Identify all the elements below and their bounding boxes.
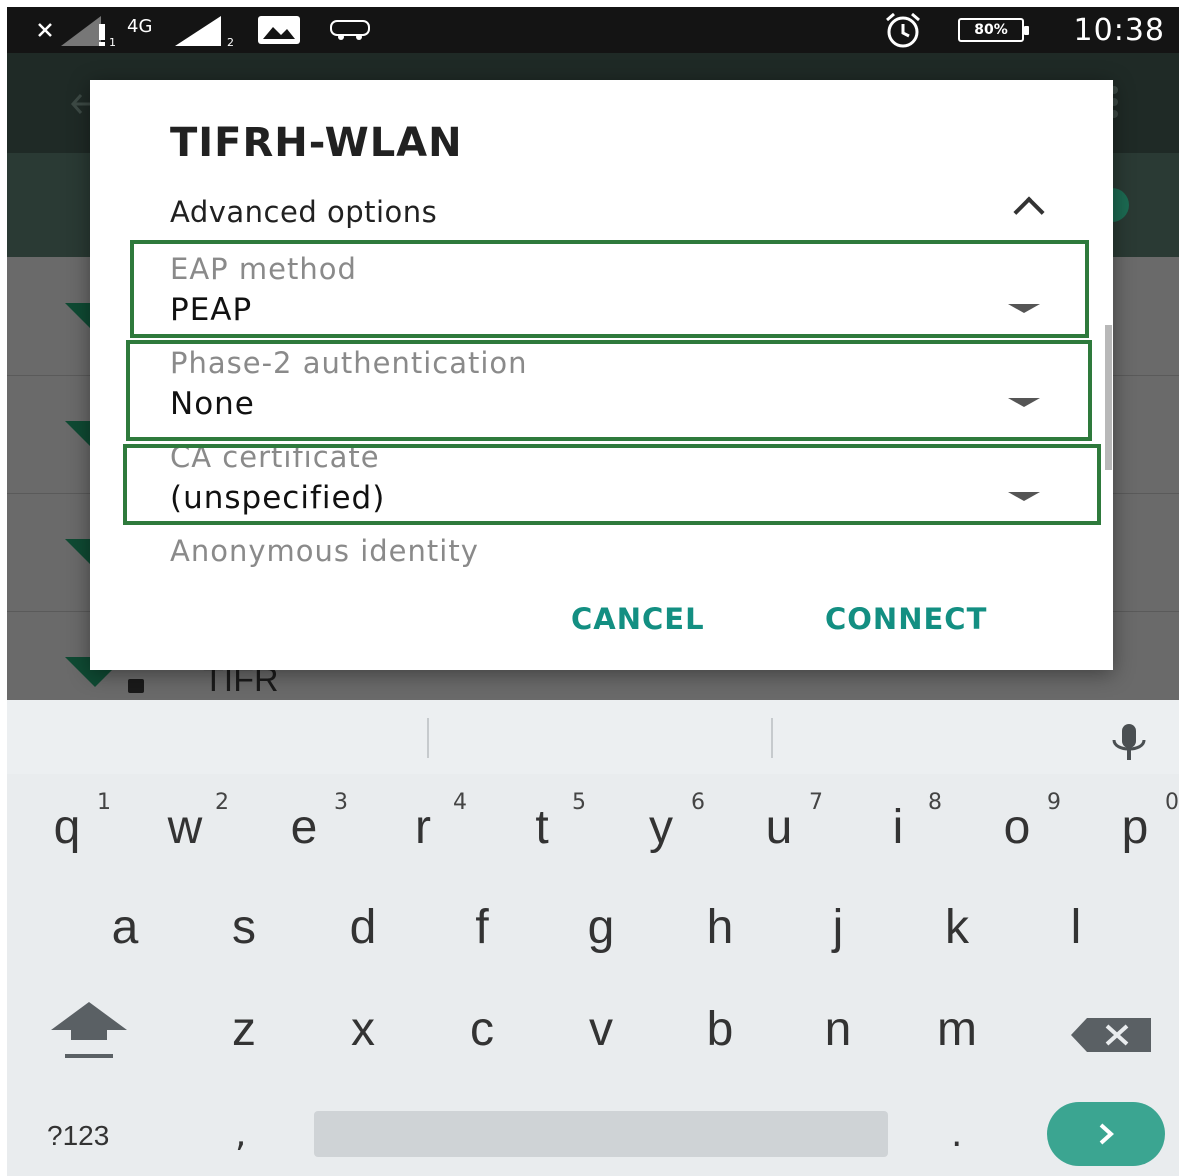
- key-c[interactable]: c: [452, 1002, 512, 1057]
- lock-icon: [128, 679, 144, 693]
- network-type-indicator: 4G: [127, 7, 152, 53]
- key-t[interactable]: t: [512, 800, 572, 855]
- anonymous-identity-field[interactable]: Anonymous identity: [170, 534, 1040, 568]
- key-h[interactable]: h: [690, 900, 750, 955]
- svg-text:1: 1: [109, 36, 116, 48]
- key-b[interactable]: b: [690, 1002, 750, 1057]
- network-type-label: 4G: [127, 15, 153, 37]
- shift-key-icon[interactable]: [49, 1000, 129, 1060]
- space-bar[interactable]: [314, 1111, 888, 1157]
- cancel-button[interactable]: CANCEL: [571, 602, 705, 636]
- signal-sim2-icon: 2: [175, 7, 239, 53]
- period-key[interactable]: .: [951, 1114, 962, 1155]
- key-i[interactable]: i: [868, 800, 928, 855]
- advanced-options-label: Advanced options: [170, 195, 438, 229]
- svg-text:2: 2: [227, 36, 234, 48]
- key-hint-number: 7: [809, 790, 823, 815]
- key-r[interactable]: r: [393, 800, 453, 855]
- scrollbar[interactable]: [1105, 325, 1112, 470]
- key-hint-number: 4: [453, 790, 467, 815]
- wifi-connect-dialog: TIFRH-WLAN Advanced options EAP method P…: [90, 80, 1113, 670]
- key-a[interactable]: a: [95, 900, 155, 955]
- key-v[interactable]: v: [571, 1002, 631, 1057]
- signal-x-icon: [35, 7, 55, 53]
- key-g[interactable]: g: [571, 900, 631, 955]
- key-j[interactable]: j: [808, 900, 868, 955]
- key-d[interactable]: d: [333, 900, 393, 955]
- key-hint-number: 2: [215, 790, 229, 815]
- backspace-key-icon[interactable]: [1071, 1018, 1151, 1052]
- key-hint-number: 1: [97, 790, 111, 815]
- battery-level: 80%: [958, 18, 1029, 42]
- key-l[interactable]: l: [1046, 900, 1106, 955]
- advanced-options-toggle[interactable]: Advanced options: [170, 195, 1045, 235]
- key-k[interactable]: k: [927, 900, 987, 955]
- key-m[interactable]: m: [927, 1002, 987, 1057]
- chevron-right-icon: [1099, 1123, 1114, 1145]
- symbols-key[interactable]: ?123: [47, 1120, 109, 1152]
- key-p[interactable]: p: [1105, 800, 1165, 855]
- suggestion-divider: [771, 718, 773, 758]
- phone-screen: 1 4G 2 80% 10:38 TIFR TIFRH-WLAN Advance…: [7, 7, 1179, 1176]
- anonymous-identity-label: Anonymous identity: [170, 534, 479, 568]
- redbus-notification-icon: [329, 7, 371, 53]
- alarm-clock-icon: [882, 7, 924, 53]
- status-bar: 1 4G 2 80% 10:38: [7, 7, 1179, 53]
- go-key[interactable]: [1047, 1102, 1165, 1166]
- key-hint-number: 3: [334, 790, 348, 815]
- key-f[interactable]: f: [452, 900, 512, 955]
- key-w[interactable]: w: [155, 800, 215, 855]
- key-hint-number: 0: [1165, 790, 1179, 815]
- dialog-title: TIFRH-WLAN: [170, 120, 463, 166]
- key-u[interactable]: u: [749, 800, 809, 855]
- key-s[interactable]: s: [214, 900, 274, 955]
- key-z[interactable]: z: [214, 1002, 274, 1057]
- key-o[interactable]: o: [987, 800, 1047, 855]
- key-y[interactable]: y: [631, 800, 691, 855]
- comma-key[interactable]: ,: [235, 1114, 246, 1155]
- key-hint-number: 8: [928, 790, 942, 815]
- highlight-box-phase2: [126, 340, 1092, 441]
- connect-button[interactable]: CONNECT: [825, 602, 987, 636]
- signal-sim1-icon: 1: [61, 7, 121, 53]
- battery-indicator: 80%: [958, 7, 1029, 53]
- highlight-box-ca-cert: [123, 444, 1101, 525]
- key-q[interactable]: q: [37, 800, 97, 855]
- key-hint-number: 6: [691, 790, 705, 815]
- suggestion-divider: [427, 718, 429, 758]
- soft-keyboard: ?123 , . q1 w2 e3 r4 t5 y6 u7 i8 o9 p0 a s d f g h j k l z x…: [7, 700, 1179, 1176]
- key-hint-number: 9: [1047, 790, 1061, 815]
- key-x[interactable]: x: [333, 1002, 393, 1057]
- key-hint-number: 5: [572, 790, 586, 815]
- highlight-box-eap: [130, 240, 1089, 338]
- suggestion-strip: [7, 700, 1179, 774]
- chevron-up-icon: [1013, 196, 1045, 228]
- gallery-notification-icon: [257, 7, 301, 53]
- key-e[interactable]: e: [274, 800, 334, 855]
- key-n[interactable]: n: [808, 1002, 868, 1057]
- clock-time: 10:38: [1073, 12, 1165, 48]
- microphone-icon[interactable]: [1105, 722, 1153, 762]
